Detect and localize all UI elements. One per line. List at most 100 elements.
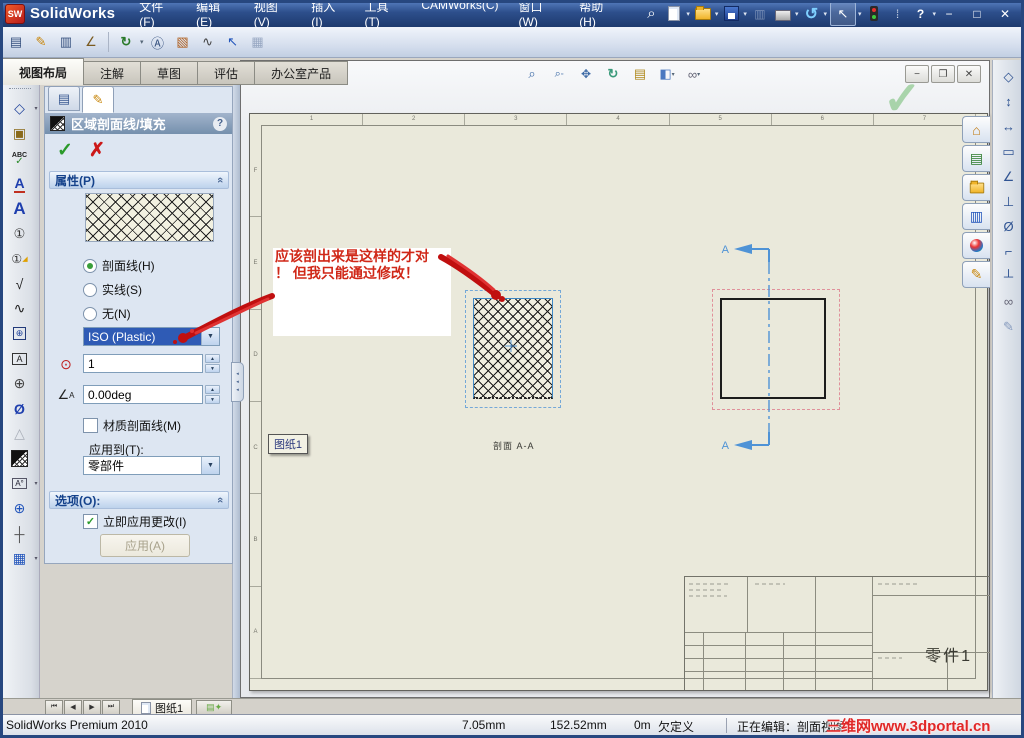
last-sheet-button[interactable] xyxy=(102,699,120,715)
checkbox-box[interactable] xyxy=(83,418,98,433)
design-library-icon[interactable] xyxy=(962,145,990,172)
auto-balloon-icon[interactable] xyxy=(6,246,34,271)
smart-dimension-icon[interactable] xyxy=(6,96,34,121)
options-group-header[interactable]: 选项(O): xyxy=(49,491,229,509)
right-dock-icon-7[interactable] xyxy=(997,216,1021,237)
blocks-icon[interactable] xyxy=(6,471,34,496)
collapse-icon[interactable] xyxy=(214,177,226,183)
property-manager-tab[interactable] xyxy=(82,86,114,113)
spline-icon[interactable] xyxy=(197,31,219,53)
toolbar-grip[interactable] xyxy=(8,88,31,92)
radio-dot[interactable] xyxy=(83,306,97,321)
menu-help[interactable]: 帮助(H) xyxy=(569,0,627,33)
menu-window[interactable]: 窗口(W) xyxy=(509,0,570,33)
hole-callout-icon[interactable] xyxy=(6,396,34,421)
model-items-icon[interactable] xyxy=(6,121,34,146)
menu-insert[interactable]: 插入(I) xyxy=(301,0,354,33)
apply-to-select[interactable]: 零部件 xyxy=(83,456,220,475)
radio-none[interactable]: 无(N) xyxy=(83,305,131,322)
tab-office-products[interactable]: 办公室产品 xyxy=(255,61,349,85)
view-palette-icon[interactable] xyxy=(962,203,990,230)
hatch-pattern-select[interactable]: ISO (Plastic) xyxy=(83,327,220,346)
note-icon[interactable] xyxy=(6,196,34,221)
standard-3-view-icon[interactable] xyxy=(55,31,77,53)
feature-manager-tab[interactable] xyxy=(48,86,80,111)
right-dock-icon-3[interactable] xyxy=(997,116,1021,137)
datum-target-icon[interactable] xyxy=(6,371,34,396)
hide-show-items-icon[interactable] xyxy=(683,64,705,84)
tables-icon[interactable] xyxy=(6,546,34,571)
doc-minimize-button[interactable] xyxy=(905,65,929,83)
make-from-part-button[interactable] xyxy=(750,4,770,24)
camworks-stoplight-icon[interactable] xyxy=(864,4,884,24)
ok-button[interactable] xyxy=(57,139,73,162)
properties-group-header[interactable]: 属性(P) xyxy=(49,171,229,189)
new-file-button[interactable] xyxy=(664,4,684,24)
note-format-icon[interactable] xyxy=(147,31,169,53)
tab-view-layout[interactable]: 视图布局 xyxy=(2,58,85,85)
spin-up-icon[interactable] xyxy=(205,385,220,394)
right-dock-icon-6[interactable] xyxy=(997,191,1021,212)
menu-view[interactable]: 视图(V) xyxy=(244,0,302,33)
section-view-hatched-face[interactable] xyxy=(473,298,553,399)
print-button[interactable] xyxy=(773,4,793,24)
spin-up-icon[interactable] xyxy=(205,354,220,363)
collapse-icon[interactable] xyxy=(214,497,226,503)
area-hatch-fill-icon[interactable] xyxy=(6,446,34,471)
tab-annotation[interactable]: 注解 xyxy=(84,61,142,85)
undo-button[interactable] xyxy=(801,4,821,24)
doc-close-button[interactable] xyxy=(957,65,981,83)
right-dock-icon-9[interactable] xyxy=(997,266,1021,287)
next-sheet-button[interactable] xyxy=(83,699,101,715)
center-mark-icon[interactable] xyxy=(6,496,34,521)
right-dock-icon-5[interactable] xyxy=(997,166,1021,187)
first-sheet-button[interactable] xyxy=(45,699,63,715)
file-explorer-icon[interactable] xyxy=(962,174,990,201)
menu-edit[interactable]: 编辑(E) xyxy=(186,0,244,33)
update-view-icon[interactable] xyxy=(115,31,137,53)
radio-dot[interactable] xyxy=(83,282,97,297)
radio-dot[interactable] xyxy=(83,258,97,273)
redraw-icon[interactable] xyxy=(629,64,651,84)
panel-splitter-handle[interactable] xyxy=(231,362,244,402)
radio-solid[interactable]: 实线(S) xyxy=(83,281,142,298)
minimize-button[interactable] xyxy=(936,5,962,23)
centerline-icon[interactable] xyxy=(6,521,34,546)
spell-checker-icon[interactable] xyxy=(6,146,34,171)
display-style-icon[interactable] xyxy=(656,64,678,84)
doc-restore-button[interactable] xyxy=(931,65,955,83)
weld-symbol-icon[interactable] xyxy=(6,296,34,321)
select-tool-button[interactable] xyxy=(829,1,856,26)
cancel-button[interactable] xyxy=(89,139,105,162)
radio-hatch[interactable]: 剖面线(H) xyxy=(83,257,155,274)
sheet-format-icon[interactable] xyxy=(5,31,27,53)
right-dock-icon-10[interactable] xyxy=(997,291,1021,312)
help-button[interactable] xyxy=(910,4,930,24)
right-dock-icon-8[interactable] xyxy=(997,241,1021,262)
menu-tools[interactable]: 工具(T) xyxy=(354,0,411,33)
zoom-to-area-icon[interactable] xyxy=(548,64,570,84)
tab-sketch[interactable]: 草图 xyxy=(141,61,199,85)
image-icon[interactable] xyxy=(172,31,194,53)
appearances-icon[interactable] xyxy=(962,232,990,259)
pan-icon[interactable] xyxy=(575,64,597,84)
help-icon[interactable]: ? xyxy=(213,116,227,131)
spin-down-icon[interactable] xyxy=(205,364,220,373)
select-pointer-icon[interactable] xyxy=(222,31,244,53)
menu-camworks[interactable]: CAMWorks(C) xyxy=(411,0,508,33)
zoom-to-fit-icon[interactable] xyxy=(521,64,543,84)
right-dock-icon-1[interactable] xyxy=(997,66,1021,87)
section-view-label[interactable]: 剖面 A-A xyxy=(493,439,535,452)
menu-file[interactable]: 文件(F) xyxy=(129,0,186,33)
custom-properties-icon[interactable] xyxy=(962,261,990,288)
hatch-angle-input[interactable] xyxy=(83,385,203,404)
add-sheet-button[interactable] xyxy=(196,699,233,715)
format-painter-icon[interactable] xyxy=(6,171,34,196)
material-hatch-checkbox[interactable]: 材质剖面线(M) xyxy=(83,417,181,434)
parent-view-part-outline[interactable] xyxy=(720,298,826,399)
sheet-tab[interactable]: 图纸1 xyxy=(132,699,193,715)
search-icon[interactable] xyxy=(641,4,661,24)
close-button[interactable] xyxy=(992,5,1018,23)
open-file-button[interactable] xyxy=(693,4,713,24)
save-button[interactable] xyxy=(721,4,741,24)
